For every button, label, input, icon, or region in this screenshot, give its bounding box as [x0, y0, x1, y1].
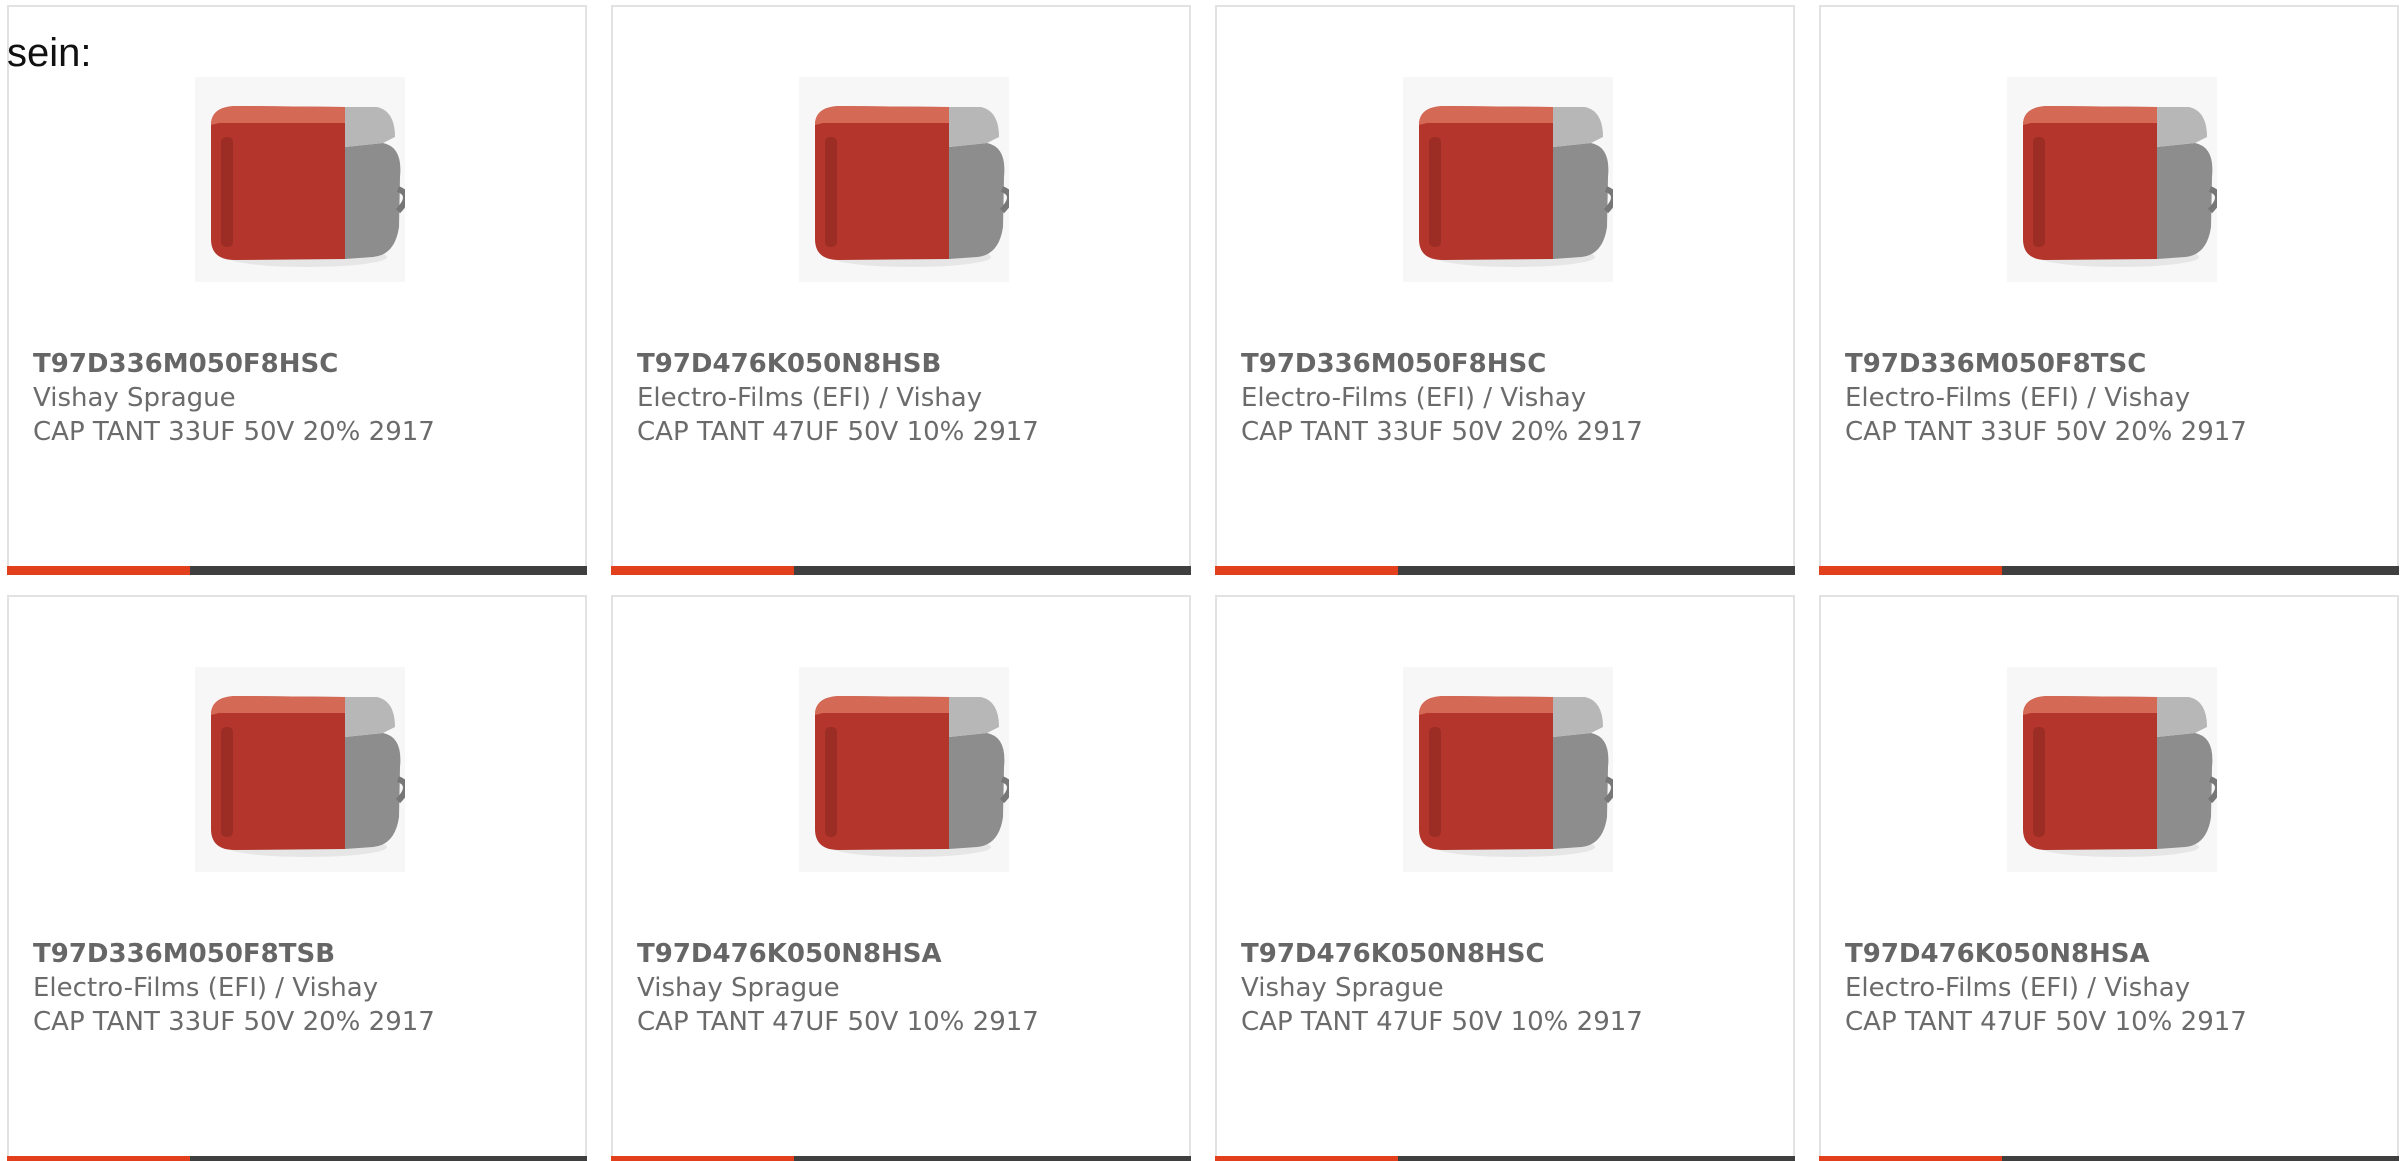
card-footer-bar	[1819, 1156, 2399, 1161]
part-number[interactable]: T97D336M050F8TSB	[33, 937, 565, 971]
card-footer-bar	[611, 566, 1191, 575]
product-info: T97D476K050N8HSA Vishay Sprague CAP TANT…	[637, 937, 1169, 1039]
manufacturer: Electro-Films (EFI) / Vishay	[1845, 383, 2191, 413]
description: CAP TANT 47UF 50V 10% 2917	[637, 1007, 1039, 1037]
intro-text: sein:	[7, 31, 92, 75]
product-card[interactable]: T97D336M050F8HSC Electro-Films (EFI) / V…	[1215, 5, 1795, 575]
card-accent-bar	[611, 1156, 794, 1161]
product-card[interactable]: T97D476K050N8HSB Electro-Films (EFI) / V…	[611, 5, 1191, 575]
tantalum-capacitor-icon[interactable]	[1403, 77, 1613, 282]
card-footer-bar	[7, 1156, 587, 1161]
product-info: T97D476K050N8HSA Electro-Films (EFI) / V…	[1845, 937, 2377, 1039]
tantalum-capacitor-icon[interactable]	[799, 77, 1009, 282]
part-number[interactable]: T97D336M050F8HSC	[33, 347, 565, 381]
card-footer-bar	[611, 1156, 1191, 1161]
card-accent-bar	[1215, 566, 1398, 575]
product-card[interactable]: T97D336M050F8TSC Electro-Films (EFI) / V…	[1819, 5, 2399, 575]
manufacturer: Vishay Sprague	[637, 973, 840, 1003]
tantalum-capacitor-icon[interactable]	[799, 667, 1009, 872]
tantalum-capacitor-icon[interactable]	[195, 667, 405, 872]
product-info: T97D476K050N8HSC Vishay Sprague CAP TANT…	[1241, 937, 1773, 1039]
card-footer-bar	[1819, 566, 2399, 575]
manufacturer: Electro-Films (EFI) / Vishay	[33, 973, 379, 1003]
part-number[interactable]: T97D476K050N8HSA	[637, 937, 1169, 971]
part-number[interactable]: T97D476K050N8HSB	[637, 347, 1169, 381]
tantalum-capacitor-icon[interactable]	[195, 77, 405, 282]
manufacturer: Vishay Sprague	[33, 383, 236, 413]
product-grid: T97D336M050F8HSC Vishay Sprague CAP TANT…	[7, 5, 2400, 1161]
description: CAP TANT 33UF 50V 20% 2917	[33, 1007, 435, 1037]
product-card[interactable]: T97D336M050F8TSB Electro-Films (EFI) / V…	[7, 595, 587, 1161]
manufacturer: Vishay Sprague	[1241, 973, 1444, 1003]
card-accent-bar	[1819, 566, 2002, 575]
tantalum-capacitor-icon[interactable]	[2007, 77, 2217, 282]
product-card[interactable]: T97D476K050N8HSC Vishay Sprague CAP TANT…	[1215, 595, 1795, 1161]
description: CAP TANT 47UF 50V 10% 2917	[1845, 1007, 2247, 1037]
manufacturer: Electro-Films (EFI) / Vishay	[1241, 383, 1587, 413]
product-card[interactable]: T97D476K050N8HSA Vishay Sprague CAP TANT…	[611, 595, 1191, 1161]
card-footer-bar	[7, 566, 587, 575]
product-info: T97D336M050F8TSB Electro-Films (EFI) / V…	[33, 937, 565, 1039]
manufacturer: Electro-Films (EFI) / Vishay	[637, 383, 983, 413]
product-card[interactable]: T97D476K050N8HSA Electro-Films (EFI) / V…	[1819, 595, 2399, 1161]
description: CAP TANT 33UF 50V 20% 2917	[33, 417, 435, 447]
part-number[interactable]: T97D476K050N8HSA	[1845, 937, 2377, 971]
part-number[interactable]: T97D336M050F8HSC	[1241, 347, 1773, 381]
part-number[interactable]: T97D336M050F8TSC	[1845, 347, 2377, 381]
description: CAP TANT 33UF 50V 20% 2917	[1241, 417, 1643, 447]
tantalum-capacitor-icon[interactable]	[1403, 667, 1613, 872]
card-footer-bar	[1215, 1156, 1795, 1161]
tantalum-capacitor-icon[interactable]	[2007, 667, 2217, 872]
description: CAP TANT 47UF 50V 10% 2917	[637, 417, 1039, 447]
description: CAP TANT 47UF 50V 10% 2917	[1241, 1007, 1643, 1037]
product-info: T97D476K050N8HSB Electro-Films (EFI) / V…	[637, 347, 1169, 449]
product-info: T97D336M050F8HSC Electro-Films (EFI) / V…	[1241, 347, 1773, 449]
product-card[interactable]: T97D336M050F8HSC Vishay Sprague CAP TANT…	[7, 5, 587, 575]
product-info: T97D336M050F8TSC Electro-Films (EFI) / V…	[1845, 347, 2377, 449]
manufacturer: Electro-Films (EFI) / Vishay	[1845, 973, 2191, 1003]
part-number[interactable]: T97D476K050N8HSC	[1241, 937, 1773, 971]
card-accent-bar	[1819, 1156, 2002, 1161]
description: CAP TANT 33UF 50V 20% 2917	[1845, 417, 2247, 447]
card-footer-bar	[1215, 566, 1795, 575]
product-info: T97D336M050F8HSC Vishay Sprague CAP TANT…	[33, 347, 565, 449]
card-accent-bar	[7, 566, 190, 575]
card-accent-bar	[1215, 1156, 1398, 1161]
card-accent-bar	[7, 1156, 190, 1161]
card-accent-bar	[611, 566, 794, 575]
